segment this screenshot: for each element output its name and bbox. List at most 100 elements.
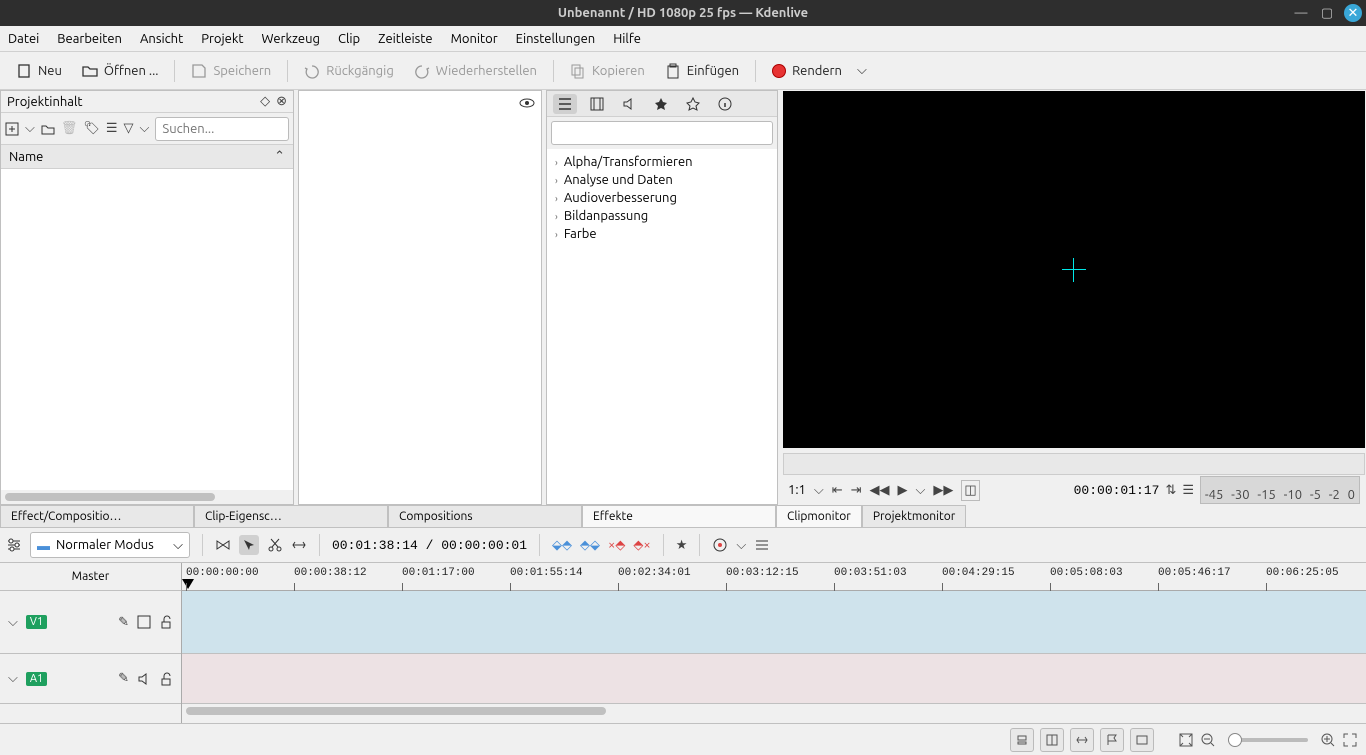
menu-clip[interactable]: Clip: [338, 32, 360, 46]
zoom-slider[interactable]: [1228, 738, 1308, 742]
fullscreen-icon[interactable]: [1342, 732, 1358, 748]
open-button[interactable]: Öffnen ...: [74, 59, 167, 83]
monitor-scrubber[interactable]: [783, 453, 1365, 475]
favorite-icon[interactable]: ★: [676, 538, 688, 553]
fit-zoom-icon[interactable]: [1178, 732, 1194, 748]
mixer-icon[interactable]: [754, 537, 770, 553]
fx-tab-info-icon[interactable]: [713, 94, 737, 114]
playhead[interactable]: [182, 579, 194, 591]
master-track-label[interactable]: Master: [0, 563, 181, 591]
hamburger-icon[interactable]: ☰: [1182, 483, 1194, 498]
menu-werkzeug[interactable]: Werkzeug: [262, 32, 320, 46]
rewind-icon[interactable]: ◀◀: [870, 483, 890, 498]
remove-space-icon[interactable]: ×⬘: [608, 538, 625, 553]
redo-button[interactable]: Wiederherstellen: [406, 59, 545, 83]
save-button[interactable]: Speichern: [183, 59, 279, 83]
tab-clip-properties[interactable]: Clip-Eigensc…: [194, 505, 388, 527]
menu-projekt[interactable]: Projekt: [201, 32, 243, 46]
fx-tab-custom-icon[interactable]: [649, 94, 673, 114]
effect-category[interactable]: ›Alpha/Transformieren: [547, 153, 777, 171]
new-button[interactable]: Neu: [8, 59, 70, 83]
tab-compositions[interactable]: Compositions: [388, 505, 582, 527]
chevron-down-icon[interactable]: ⌵: [916, 483, 926, 498]
close-button[interactable]: ✕: [1344, 4, 1362, 22]
eye-icon[interactable]: [519, 95, 535, 111]
effect-category[interactable]: ›Analyse und Daten: [547, 171, 777, 189]
edit-mode-select[interactable]: ▬Normaler Modus⌵: [30, 532, 190, 558]
fx-tab-favorite-icon[interactable]: [681, 94, 705, 114]
tool-razor-icon[interactable]: [267, 537, 283, 553]
zone-out-icon[interactable]: ⇥: [851, 483, 862, 498]
tool-spacer-icon[interactable]: [291, 537, 307, 553]
tab-effect-composition[interactable]: Effect/Compositio…: [0, 505, 194, 527]
bin-scrollbar[interactable]: [1, 490, 293, 504]
bin-list[interactable]: [1, 169, 293, 490]
chevron-down-icon[interactable]: ⌵: [814, 483, 824, 498]
remove-all-space-icon[interactable]: ⬘×: [633, 538, 650, 553]
timeline-scrollbar[interactable]: [182, 704, 1366, 718]
fx-tab-list[interactable]: [553, 94, 577, 114]
render-button[interactable]: Rendern⌵: [764, 59, 878, 83]
spinner-icon[interactable]: ⇅: [1165, 483, 1176, 498]
minimize-button[interactable]: —: [1292, 4, 1310, 22]
timeline-ruler[interactable]: 00:00:00:00 00:00:38:12 00:01:17:00 00:0…: [182, 563, 1366, 591]
effect-category[interactable]: ›Farbe: [547, 225, 777, 243]
monitor-viewport[interactable]: [783, 91, 1365, 448]
chevron-down-icon[interactable]: ⌵: [8, 615, 18, 630]
tab-clipmonitor[interactable]: Clipmonitor: [776, 505, 862, 527]
monitor-timecode[interactable]: 00:00:01:17: [1074, 483, 1160, 498]
speaker-icon[interactable]: [137, 672, 151, 686]
filter-icon[interactable]: ▽: [124, 121, 134, 136]
zoom-out-icon[interactable]: [1200, 732, 1216, 748]
hamburger-icon[interactable]: ☰: [106, 121, 118, 136]
paste-button[interactable]: Einfügen: [657, 59, 747, 83]
zoom-in-icon[interactable]: [1320, 732, 1336, 748]
fx-tab-audio-icon[interactable]: [617, 94, 641, 114]
align-icon[interactable]: ⬘⬙: [580, 538, 600, 553]
menu-ansicht[interactable]: Ansicht: [140, 32, 183, 46]
effects-icon[interactable]: ✎: [118, 615, 129, 630]
menu-hilfe[interactable]: Hilfe: [613, 32, 641, 46]
chevron-down-icon[interactable]: ⌵: [8, 671, 18, 686]
mix-icon[interactable]: ⬙⬘: [552, 538, 572, 553]
effect-category[interactable]: ›Bildanpassung: [547, 207, 777, 225]
track-v1-area[interactable]: [182, 591, 1366, 654]
tab-effects[interactable]: Effekte: [582, 505, 776, 527]
track-a1-area[interactable]: [182, 654, 1366, 704]
menu-bearbeiten[interactable]: Bearbeiten: [57, 32, 122, 46]
forward-icon[interactable]: ▶▶: [933, 483, 953, 498]
menu-monitor[interactable]: Monitor: [451, 32, 498, 46]
zone-in-icon[interactable]: ⇤: [832, 483, 843, 498]
effects-icon[interactable]: ✎: [118, 671, 129, 686]
lock-icon[interactable]: [159, 615, 173, 629]
menu-einstellungen[interactable]: Einstellungen: [516, 32, 596, 46]
copy-button[interactable]: Kopieren: [562, 59, 653, 83]
lock-icon[interactable]: [159, 672, 173, 686]
play-icon[interactable]: ▶: [898, 483, 908, 498]
close-panel-icon[interactable]: ⊗: [276, 94, 287, 109]
add-clip-icon[interactable]: [5, 122, 19, 136]
tab-projectmonitor[interactable]: Projektmonitor: [862, 505, 966, 527]
timeline-timecode[interactable]: 00:01:38:14 / 00:00:00:01: [332, 538, 527, 553]
notes-area[interactable]: [299, 91, 541, 504]
undo-button[interactable]: Rückgängig: [296, 59, 402, 83]
film-icon[interactable]: [137, 615, 151, 629]
effect-category[interactable]: ›Audioverbesserung: [547, 189, 777, 207]
settings-icon[interactable]: [6, 537, 22, 553]
tag-icon[interactable]: 🏷: [83, 121, 100, 136]
menu-zeitleiste[interactable]: Zeitleiste: [378, 32, 432, 46]
chevron-down-icon[interactable]: ⌵: [25, 121, 35, 136]
chevron-down-icon[interactable]: ⌵: [736, 538, 746, 553]
bin-col-name[interactable]: Name: [9, 150, 43, 164]
track-header-v1[interactable]: ⌵ V1 ✎: [0, 591, 181, 654]
trash-icon[interactable]: 🗑: [61, 121, 78, 136]
sort-asc-icon[interactable]: ⌃: [274, 149, 285, 164]
bin-search-input[interactable]: [155, 117, 289, 141]
folder-icon[interactable]: [41, 122, 55, 136]
chevron-down-icon[interactable]: ⌵: [140, 121, 150, 136]
tool-compositions-icon[interactable]: [215, 537, 231, 553]
tool-select-icon[interactable]: [239, 535, 259, 555]
maximize-button[interactable]: ▢: [1318, 4, 1336, 22]
float-icon[interactable]: ◇: [260, 94, 270, 109]
record-icon[interactable]: [712, 537, 728, 553]
